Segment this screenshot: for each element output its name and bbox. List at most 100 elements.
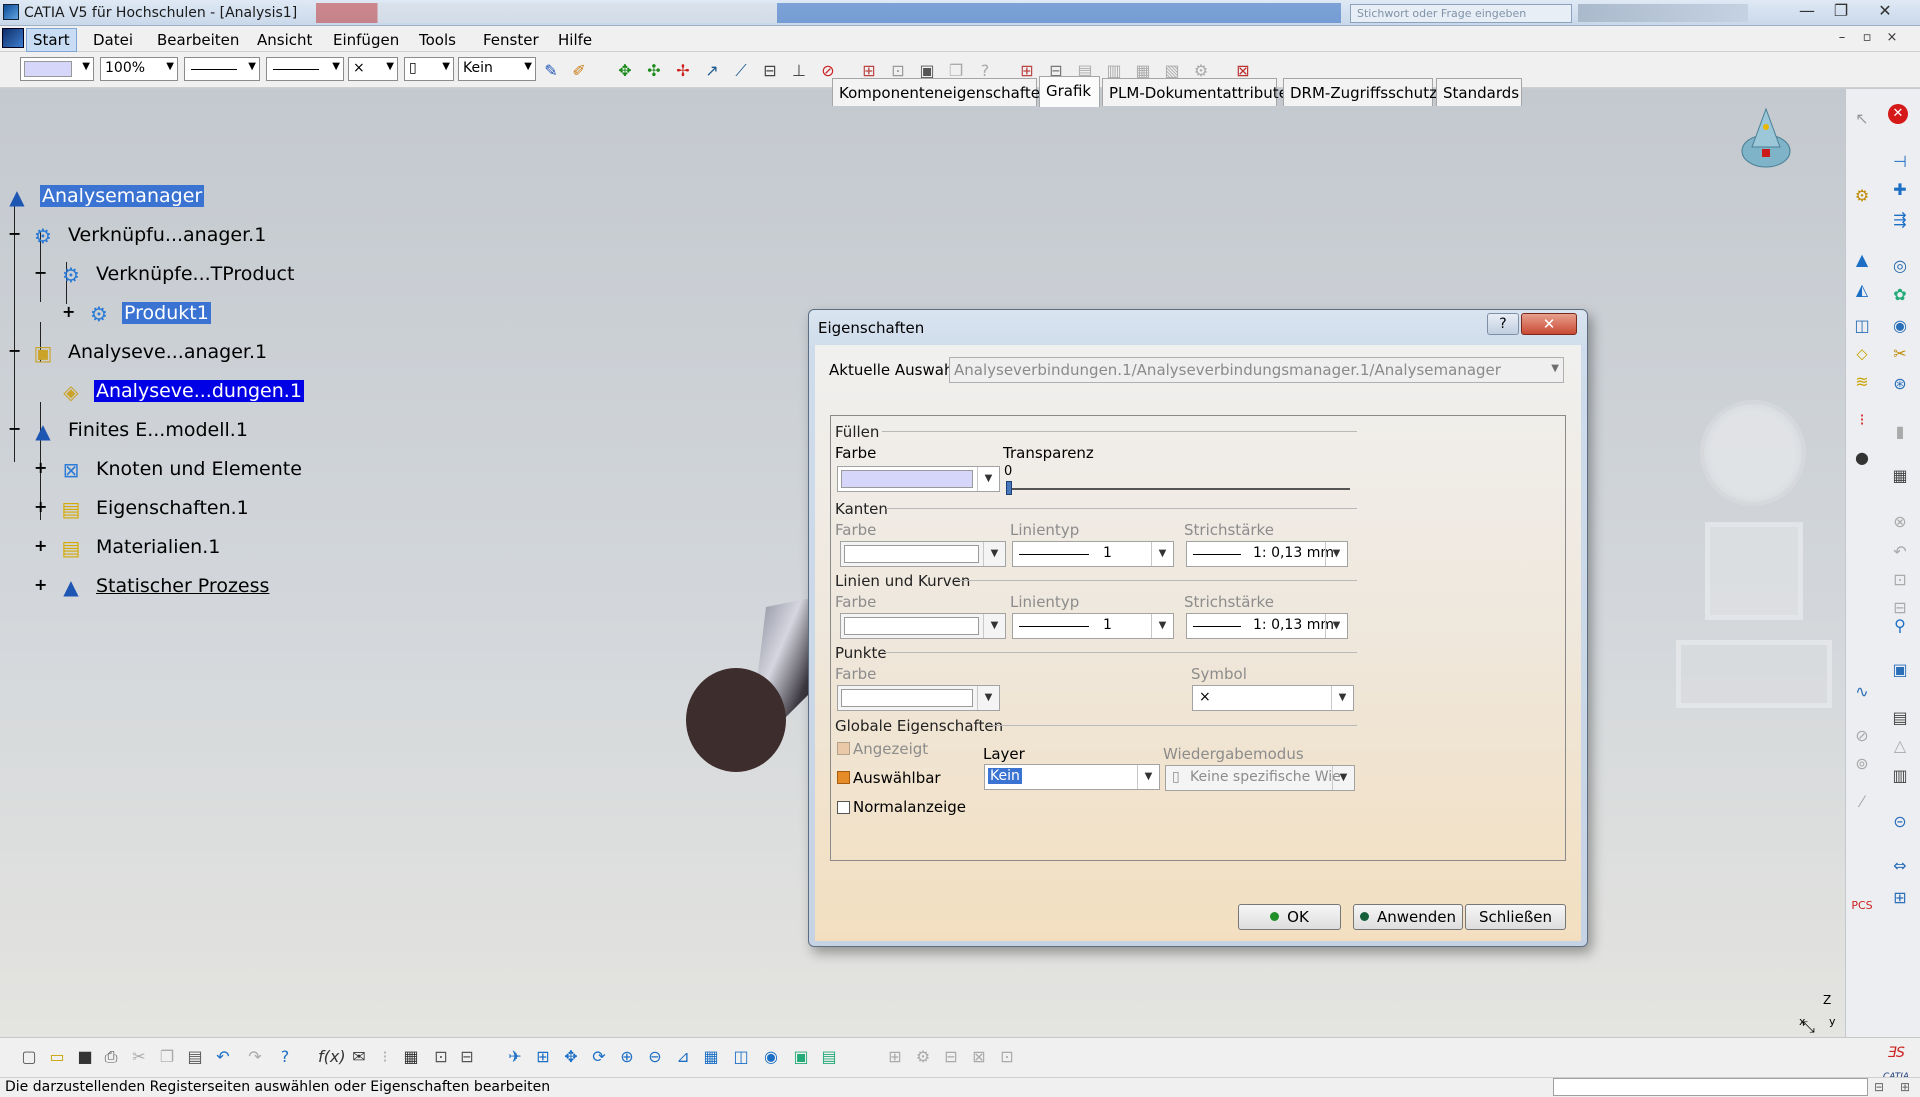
collapse-icon[interactable]: − [34, 265, 47, 281]
select-arrow-icon[interactable]: ↖ [1850, 107, 1874, 131]
save-icon[interactable]: ■ [74, 1046, 96, 1068]
line-linetype-dropdown[interactable]: 1 ▼ [1012, 613, 1174, 639]
fill-color-dropdown[interactable]: ▼ [837, 466, 1000, 492]
multi-view-icon[interactable]: ▦ [700, 1046, 722, 1068]
rotate-view-icon[interactable]: ⟳ [588, 1046, 610, 1068]
expand-icon[interactable]: + [34, 460, 47, 476]
brush-icon[interactable]: ✐ [568, 60, 590, 82]
tree-label[interactable]: Produkt1 [122, 302, 211, 324]
table-tool-icon[interactable]: ▦ [400, 1046, 422, 1068]
expand-icon[interactable]: + [34, 538, 47, 554]
hide-show-icon[interactable]: ▣ [790, 1046, 812, 1068]
edge-thickness-dropdown[interactable]: 1: 0,13 mm ▼ [1186, 541, 1348, 567]
distance-icon[interactable]: ⇔ [1888, 854, 1912, 878]
disabled-view-5-icon[interactable]: ⊡ [996, 1046, 1018, 1068]
new-file-icon[interactable]: ▢ [18, 1046, 40, 1068]
mdi-restore-button[interactable]: ▫ [1857, 29, 1877, 47]
menu-fenster[interactable]: Fenster [483, 31, 539, 49]
tab-plm-dokumentattribute[interactable]: PLM-Dokumentattribute [1102, 78, 1288, 106]
cut-icon[interactable]: ✂ [128, 1046, 150, 1068]
disabled-tool-3-icon[interactable]: ↶ [1888, 540, 1912, 564]
mdi-close-button[interactable]: × [1882, 29, 1902, 47]
menu-einfuegen[interactable]: Einfügen [333, 31, 399, 49]
edge-color-dropdown[interactable]: ▼ [840, 541, 1006, 567]
disabled-tool-8-icon[interactable]: ⊚ [1850, 752, 1874, 776]
tab-komponenteneigenschaften[interactable]: Komponenteneigenschaften [832, 78, 1049, 106]
print-icon[interactable]: ⎙ [100, 1046, 122, 1068]
close-dialog-button[interactable]: Schließen [1465, 904, 1566, 930]
table-icon[interactable]: ▦ [1888, 464, 1912, 488]
dialog-close-button[interactable]: ✕ [1521, 313, 1577, 335]
tree-label[interactable]: Analyseve...anager.1 [66, 341, 269, 363]
current-selection-field[interactable]: Analyseverbindungen.1/Analyseverbindungs… [949, 357, 1564, 383]
linetype-combo[interactable]: ▼ [184, 57, 260, 81]
force-icon[interactable]: ⇶ [1888, 208, 1912, 232]
list-icon[interactable]: ▥ [1888, 764, 1912, 788]
collapse-icon[interactable]: − [8, 343, 21, 359]
command-icon-2[interactable]: ⊞ [1896, 1078, 1914, 1096]
render-mode-dropdown[interactable]: ▯ Keine spezifische Wie ▼ [1165, 765, 1355, 791]
layer-dropdown[interactable]: Kein ▼ [984, 764, 1160, 790]
pan-icon[interactable]: ✥ [614, 60, 636, 82]
sphere-icon[interactable]: ● [1850, 446, 1874, 470]
menu-datei[interactable]: Datei [93, 31, 133, 49]
knowledge-icon[interactable]: ⁝ [374, 1046, 396, 1068]
sensor-tool-icon[interactable]: ✿ [1888, 283, 1912, 307]
tree-label[interactable]: Verknüpfe...TProduct [94, 263, 296, 285]
disabled-tool-2-icon[interactable]: ⊗ [1888, 510, 1912, 534]
tab-standards[interactable]: Standards [1436, 78, 1522, 106]
expand-icon[interactable]: + [62, 304, 75, 320]
shading-icon[interactable]: ◉ [760, 1046, 782, 1068]
pan-view-icon[interactable]: ✥ [560, 1046, 582, 1068]
line-thickness-dropdown[interactable]: 1: 0,13 mm ▼ [1186, 613, 1348, 639]
zoom-out-icon[interactable]: ⊖ [644, 1046, 666, 1068]
zoom-combo[interactable]: 100% ▼ [100, 57, 178, 81]
paste-icon[interactable]: ▤ [184, 1046, 206, 1068]
mesh-icon[interactable]: ▲ [1850, 248, 1874, 272]
redo-icon[interactable]: ↷ [244, 1046, 266, 1068]
apply-button[interactable]: Anwenden [1353, 904, 1463, 930]
export-icon[interactable]: ⊞ [1888, 886, 1912, 910]
layers-icon[interactable]: ≋ [1850, 370, 1874, 394]
point-symbol-dropdown[interactable]: × ▼ [1192, 685, 1354, 711]
normal-view-icon[interactable]: ⊿ [672, 1046, 694, 1068]
close-button[interactable]: ✕ [1868, 0, 1902, 24]
quick-access-icons[interactable] [1578, 4, 1748, 22]
line-color-dropdown[interactable]: ▼ [840, 613, 1006, 639]
bulb-icon[interactable]: ◉ [1888, 314, 1912, 338]
disabled-view-1-icon[interactable]: ⊞ [884, 1046, 906, 1068]
cam-icon[interactable]: ✂ [1888, 342, 1912, 366]
tree-label[interactable]: Analyseve...dungen.1 [94, 380, 304, 402]
command-icon-1[interactable]: ⊟ [1870, 1078, 1888, 1096]
catia-menu-icon[interactable] [2, 28, 24, 48]
tree-label[interactable]: Materialien.1 [94, 536, 222, 558]
mdi-minimize-button[interactable]: – [1832, 29, 1852, 47]
point-color-dropdown[interactable]: ▼ [837, 685, 1000, 711]
tree-expand-icon[interactable]: ⊟ [456, 1046, 478, 1068]
render-mode-combo[interactable]: ▯ ▼ [404, 57, 454, 81]
disabled-tool-6-icon[interactable]: ⊘ [1850, 724, 1874, 748]
collapse-icon[interactable]: − [8, 421, 21, 437]
transparency-slider-thumb[interactable] [1006, 481, 1012, 495]
painter-icon[interactable]: ✎ [540, 60, 562, 82]
tab-grafik[interactable]: Grafik [1039, 76, 1100, 107]
compass-tool-icon[interactable]: ⊥ [788, 60, 810, 82]
search-icon[interactable]: ⚲ [1888, 614, 1912, 638]
disabled-view-3-icon[interactable]: ⊟ [940, 1046, 962, 1068]
normal-display-checkbox[interactable] [837, 801, 850, 814]
copy-icon[interactable]: ❐ [156, 1046, 178, 1068]
tree-label[interactable]: Knoten und Elemente [94, 458, 304, 480]
compass-icon[interactable] [1738, 105, 1794, 185]
formula-icon[interactable]: f(x) [318, 1046, 346, 1068]
fly-mode-icon[interactable]: ✈ [504, 1046, 526, 1068]
minimize-button[interactable]: — [1790, 0, 1824, 24]
fit-all-icon[interactable]: ⊞ [532, 1046, 554, 1068]
rotate-icon[interactable]: ✣ [643, 60, 665, 82]
tree-label[interactable]: Finites E...modell.1 [66, 419, 250, 441]
tree-label[interactable]: Verknüpfu...anager.1 [66, 224, 268, 246]
disabled-tool-icon[interactable]: ▮ [1888, 420, 1912, 444]
comment-icon[interactable]: ✉ [348, 1046, 370, 1068]
menu-tools[interactable]: Tools [419, 31, 456, 49]
disabled-tool-7-icon[interactable]: △ [1888, 734, 1912, 758]
maximize-button[interactable]: ❐ [1824, 0, 1858, 24]
